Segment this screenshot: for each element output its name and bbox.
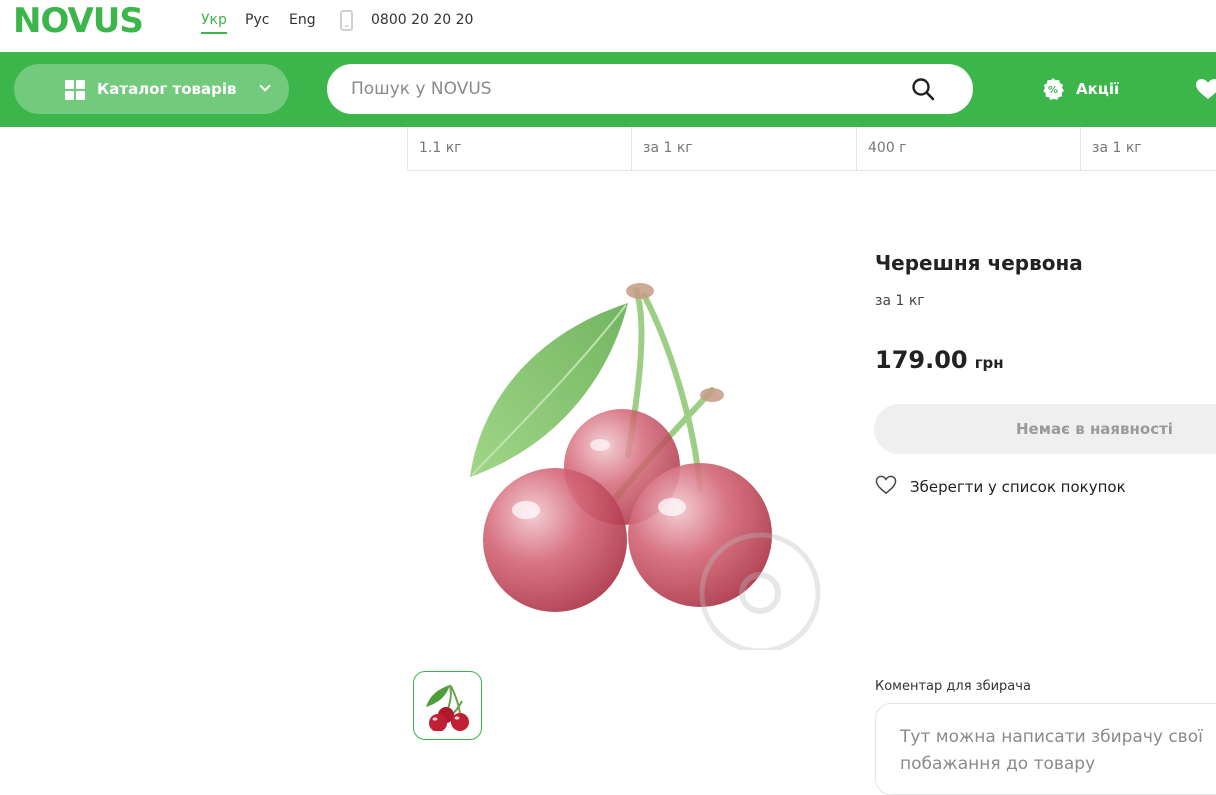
comment-textarea[interactable] <box>900 724 1216 784</box>
catalog-button[interactable]: Каталог товарів <box>14 64 289 114</box>
search-input[interactable] <box>351 77 891 101</box>
main-header: Каталог товарів % Акції <box>0 52 1216 127</box>
lang-eng[interactable]: Eng <box>289 11 316 29</box>
novus-logo[interactable]: NOVUS <box>13 2 144 40</box>
weight-cell[interactable]: 1.1 кг <box>408 127 632 170</box>
related-weights-strip: 1.1 кг за 1 кг 400 г за 1 кг <box>407 127 1216 171</box>
lang-ukr[interactable]: Укр <box>201 11 227 29</box>
promo-label: Акції <box>1076 80 1120 98</box>
search-icon[interactable] <box>911 77 935 101</box>
weight-cell[interactable]: 400 г <box>857 127 1081 170</box>
weight-cell[interactable]: за 1 кг <box>632 127 857 170</box>
price-value: 179.00 <box>875 346 968 374</box>
lang-rus[interactable]: Рус <box>245 11 269 29</box>
top-bar: NOVUS Укр Рус Eng 0800 20 20 20 <box>0 0 1216 52</box>
heart-outline-icon <box>875 475 897 495</box>
product-unit: за 1 кг <box>875 293 925 309</box>
product-title: Черешня червона <box>875 251 1083 275</box>
phone-icon <box>340 10 353 31</box>
comment-label: Коментар для збирача <box>875 679 1031 694</box>
product-thumbnail[interactable] <box>413 671 482 740</box>
price-currency: грн <box>974 354 1004 372</box>
heart-icon[interactable] <box>1195 78 1216 100</box>
cherries-thumbnail-icon <box>426 684 469 731</box>
grid-icon <box>65 80 85 100</box>
active-language-underline <box>201 32 227 34</box>
product-price: 179.00 грн <box>875 346 1004 374</box>
save-to-list-label: Зберегти у список покупок <box>910 478 1126 496</box>
out-of-stock-button[interactable]: Немає в наявності <box>874 404 1216 454</box>
percent-badge-icon: % <box>1043 78 1064 101</box>
phone-number[interactable]: 0800 20 20 20 <box>371 11 473 29</box>
product-image <box>470 283 821 650</box>
chevron-down-icon <box>259 80 271 92</box>
search-bar <box>327 64 973 114</box>
catalog-label: Каталог товарів <box>97 80 237 98</box>
weight-cell[interactable]: за 1 кг <box>1081 127 1216 170</box>
comment-box <box>875 703 1216 795</box>
svg-text:%: % <box>1048 85 1058 96</box>
